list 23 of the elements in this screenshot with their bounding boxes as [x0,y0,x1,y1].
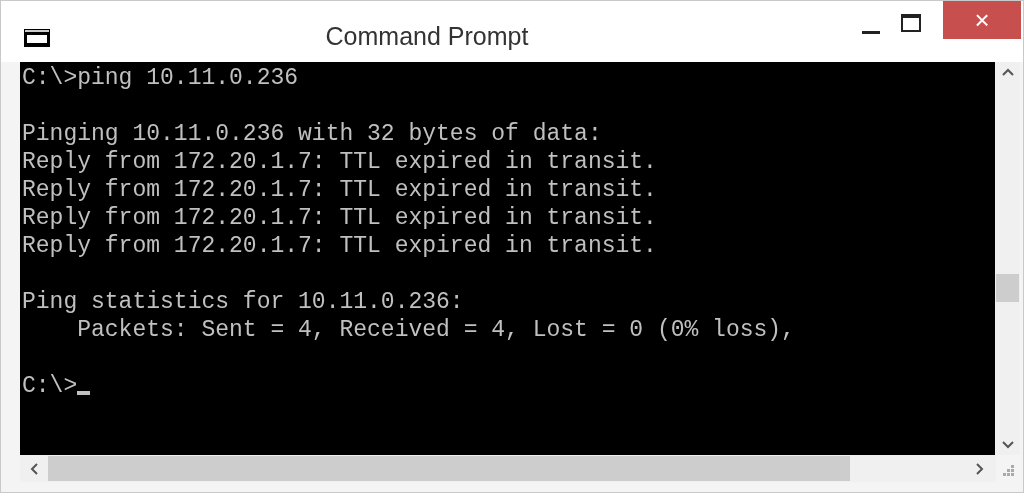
console-line: Pinging 10.11.0.236 with 32 bytes of data: [22,120,602,148]
console-line: C:\> [22,372,78,400]
console-line: Packets: Sent = 4, Received = 4, Lost = 0 (0% loss), [76,316,795,344]
maximize-icon [901,14,921,32]
console-line: Reply from 172.20.1.7: TTL expired in transit. [22,176,657,204]
scrollbar-thumb[interactable] [996,274,1020,302]
vertical-scrollbar[interactable] [995,62,1020,455]
scroll-right-icon[interactable] [976,462,984,475]
console-line: Reply from 172.20.1.7: TTL expired in transit. [22,232,657,260]
scroll-left-icon[interactable] [30,462,38,475]
scrollbar-thumb[interactable] [48,456,850,481]
horizontal-scrollbar[interactable] [20,455,996,482]
close-button[interactable]: × [943,1,1021,39]
console-line: C:\>ping 10.11.0.236 [22,64,299,92]
minimize-icon [862,31,880,34]
console-line: Reply from 172.20.1.7: TTL expired in transit. [22,148,657,176]
scroll-up-icon[interactable] [1001,68,1014,76]
scroll-down-icon[interactable] [1001,441,1014,449]
console-line: Ping statistics for 10.11.0.236: [22,288,464,316]
window-title: Command Prompt [325,21,529,52]
console-line: Reply from 172.20.1.7: TTL expired in transit. [22,204,657,232]
console-app-icon [24,29,50,47]
resize-grip-icon[interactable] [1002,465,1014,477]
